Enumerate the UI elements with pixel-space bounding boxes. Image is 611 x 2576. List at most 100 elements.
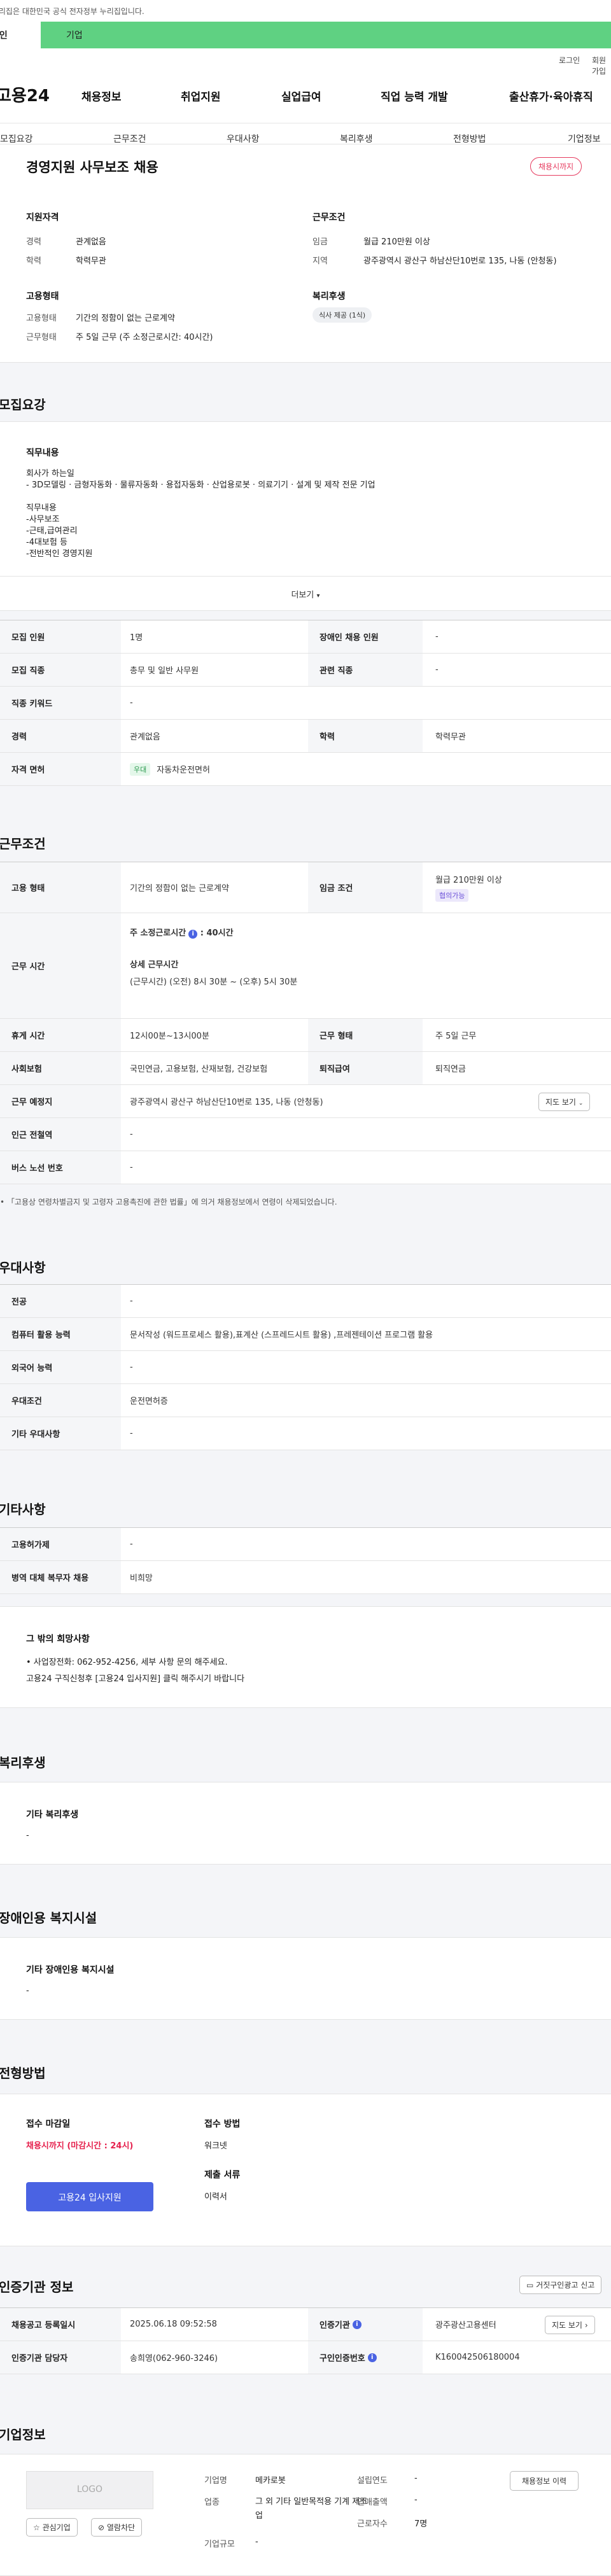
section-nav-selection[interactable]: 전형방법 xyxy=(453,132,486,145)
section-nav-welfare[interactable]: 복리후생 xyxy=(340,132,373,145)
gnb-unemployment-benefit[interactable]: 실업급여 xyxy=(281,88,321,104)
join-link[interactable]: 회원가입 xyxy=(592,55,611,76)
table-cell: - xyxy=(130,1163,133,1172)
table-cell: 광주광산고용센터 xyxy=(435,2321,496,2330)
employee-value: 7명 xyxy=(414,2519,428,2529)
selection-section-title: 전형방법 xyxy=(0,2066,46,2081)
table-cell: 주 소정근로시간 i : 40시간 상세 근무시간 (근무시간) (오전) 8시 … xyxy=(130,928,298,987)
table-header: 경력 xyxy=(0,720,121,752)
est-value: - xyxy=(414,2474,418,2483)
company-name: 메카로봇 xyxy=(255,2476,286,2486)
table-header: 인증기관 담당자 xyxy=(0,2341,121,2374)
job-title: 경영지원 사무보조 채용 xyxy=(26,160,158,175)
section-nav-company[interactable]: 기업정보 xyxy=(568,132,601,145)
favorite-label: 관심기업 xyxy=(42,2523,71,2532)
pref-table: 전공 - 컴퓨터 활용 능력 문서작성 (워드프로세스 활용),표계산 (스프레드시… xyxy=(0,1284,611,1450)
chevron-right-icon: › xyxy=(584,2321,588,2330)
table-header: 외국어 능력 xyxy=(0,1351,121,1383)
gov-notice-text: 이 누리집은 대한민국 공식 전자정부 누리집입니다. xyxy=(0,7,144,16)
block-view-button[interactable]: ⊘ 열람차단 xyxy=(91,2518,143,2537)
info-icon[interactable]: i xyxy=(188,930,198,939)
recruit-section-title: 모집요강 xyxy=(0,397,46,412)
company-card: LOGO ☆ 관심기업 ⊘ 열람차단 기업명 메카로봇 업종 그 외 기타 일반… xyxy=(0,2454,611,2576)
est-label: 설립연도 xyxy=(357,2476,388,2486)
hiring-history-button[interactable]: 채용정보 이력 xyxy=(510,2471,579,2491)
employee-label: 근로자수 xyxy=(357,2519,388,2529)
disability-box-title: 기타 장애인용 복지시설 xyxy=(26,1965,115,1975)
site-logo[interactable]: 고용24 xyxy=(0,83,50,106)
gnb-jobs[interactable]: 채용정보 xyxy=(81,88,122,104)
table-header: 장애인 채용 인원 xyxy=(308,620,423,653)
no-label: 구인인증번호 xyxy=(320,2354,365,2363)
block-label: 열람차단 xyxy=(106,2523,136,2532)
info-icon[interactable]: i xyxy=(352,2320,362,2329)
tab-company[interactable]: 기업 xyxy=(41,22,611,48)
preferred-tag: 우대 xyxy=(130,762,151,776)
more-button[interactable]: 더보기 ▾ xyxy=(0,576,611,610)
wish-line: • 사업장전화: 062-952-4256, 세부 사항 문의 해주세요. xyxy=(26,1658,228,1667)
table-header: 휴게 시간 xyxy=(0,1019,121,1051)
table-cell: 1명 xyxy=(130,633,143,643)
company-logo-text: LOGO xyxy=(76,2484,103,2495)
welfare-title: 복리후생 xyxy=(313,291,346,302)
table-header: 구인인증번호 i xyxy=(308,2341,423,2374)
table-row: 버스 노선 번호 - xyxy=(0,1151,611,1184)
table-header: 근무 형태 xyxy=(308,1019,423,1051)
table-header: 채용공고 등록일시 xyxy=(0,2308,121,2341)
etc-table: 고용허가제 - 병역 대체 복무자 채용 비희망 xyxy=(0,1527,611,1594)
welfare-section-title: 복리후생 xyxy=(0,1755,46,1770)
industry-label: 업종 xyxy=(204,2498,220,2507)
login-link[interactable]: 로그인 xyxy=(559,55,580,66)
welfare-box-title: 기타 복리후생 xyxy=(26,1810,79,1820)
table-row: 우대조건 운전면허증 xyxy=(0,1384,611,1417)
tab-individual[interactable]: 개인 xyxy=(0,22,41,48)
table-cell: - xyxy=(435,665,439,675)
tab-individual-label: 개인 xyxy=(0,31,8,41)
method-title: 접수 방법 xyxy=(204,2119,241,2129)
industry-value: 그 외 기타 일반목적용 기계 제조업 xyxy=(255,2497,368,2521)
table-row: 전공 - xyxy=(0,1285,611,1318)
recruit-table: 모집 인원 1명 장애인 채용 인원 - 모집 직종 총무 및 일반 사무원 관… xyxy=(0,620,611,786)
section-nav-recruit[interactable]: 모집요강 xyxy=(0,132,33,145)
table-header: 임금 조건 xyxy=(308,862,423,913)
gov-notice-bar: 이 누리집은 대한민국 공식 전자정부 누리집입니다. xyxy=(0,0,611,22)
org-label: 인증기관 xyxy=(320,2321,350,2330)
section-nav-preference[interactable]: 우대사항 xyxy=(227,132,260,145)
user-type-tabs: 개인 기업 xyxy=(0,22,611,48)
qual-title: 지원자격 xyxy=(26,213,59,223)
sales-value: - xyxy=(414,2495,418,2505)
hours-sub-label: 주 소정근로시간 xyxy=(130,928,186,938)
favorite-company-button[interactable]: ☆ 관심기업 xyxy=(26,2518,78,2537)
table-cell: 기간의 정함이 없는 근로계약 xyxy=(130,884,229,893)
disability-card: 기타 장애인용 복지시설 - xyxy=(0,1937,611,2020)
docs-value: 이력서 xyxy=(204,2192,227,2202)
table-header: 근무 시간 xyxy=(0,913,121,1018)
cond-title: 근무조건 xyxy=(313,213,346,223)
gnb-job-training[interactable]: 직업 능력 개발 xyxy=(381,88,448,104)
gnb-employment-support[interactable]: 취업지원 xyxy=(181,88,221,104)
job-desc-line: -4대보험 등 xyxy=(26,538,67,547)
table-header: 퇴직급여 xyxy=(308,1052,423,1084)
table-cell: - xyxy=(130,1130,133,1139)
table-cell: - xyxy=(435,632,439,641)
table-header: 관련 직종 xyxy=(308,654,423,686)
apply-button[interactable]: 고용24 입사지원 xyxy=(26,2182,153,2211)
section-nav-conditions[interactable]: 근무조건 xyxy=(113,132,146,145)
age-note-text: 「고용상 연령차별금지 및 고령자 고용촉진에 관한 법률」에 의거 채용정보에… xyxy=(6,1198,337,1207)
table-row: 고용 형태 기간의 정함이 없는 근로계약 임금 조건 월급 210만원 이상 … xyxy=(0,862,611,913)
job-desc-line: -근태,급여관리 xyxy=(26,526,78,536)
report-button-label: 거짓구인광고 신고 xyxy=(536,2281,595,2290)
table-cell: - xyxy=(130,1362,133,1372)
info-icon[interactable]: i xyxy=(367,2353,377,2362)
summary-card: 경영지원 사무보조 채용 채용시까지 지원자격 근무조건 경력 관계없음 학력 … xyxy=(0,144,611,363)
age-note: • 「고용상 연령차별금지 및 고령자 고용촉진에 관한 법률」에 의거 채용정… xyxy=(0,1198,337,1207)
table-cell: 비희망 xyxy=(130,1574,153,1583)
map-button-label: 지도 보기 xyxy=(545,1098,576,1107)
report-fake-ad-button[interactable]: ▭ 거짓구인광고 신고 xyxy=(519,2276,602,2294)
table-cell: 송희영(062-960-3246) xyxy=(130,2354,218,2363)
negotiable-tag: 협의가능 xyxy=(435,889,469,902)
agency-map-button[interactable]: 지도 보기 › xyxy=(545,2316,595,2334)
table-row: 채용공고 등록일시 2025.06.18 09:52:58 인증기관 i 광주광산… xyxy=(0,2308,611,2341)
map-button[interactable]: 지도 보기 ⌄ xyxy=(538,1093,591,1111)
gnb-parental-leave[interactable]: 출산휴가·육아휴직 xyxy=(509,88,593,104)
